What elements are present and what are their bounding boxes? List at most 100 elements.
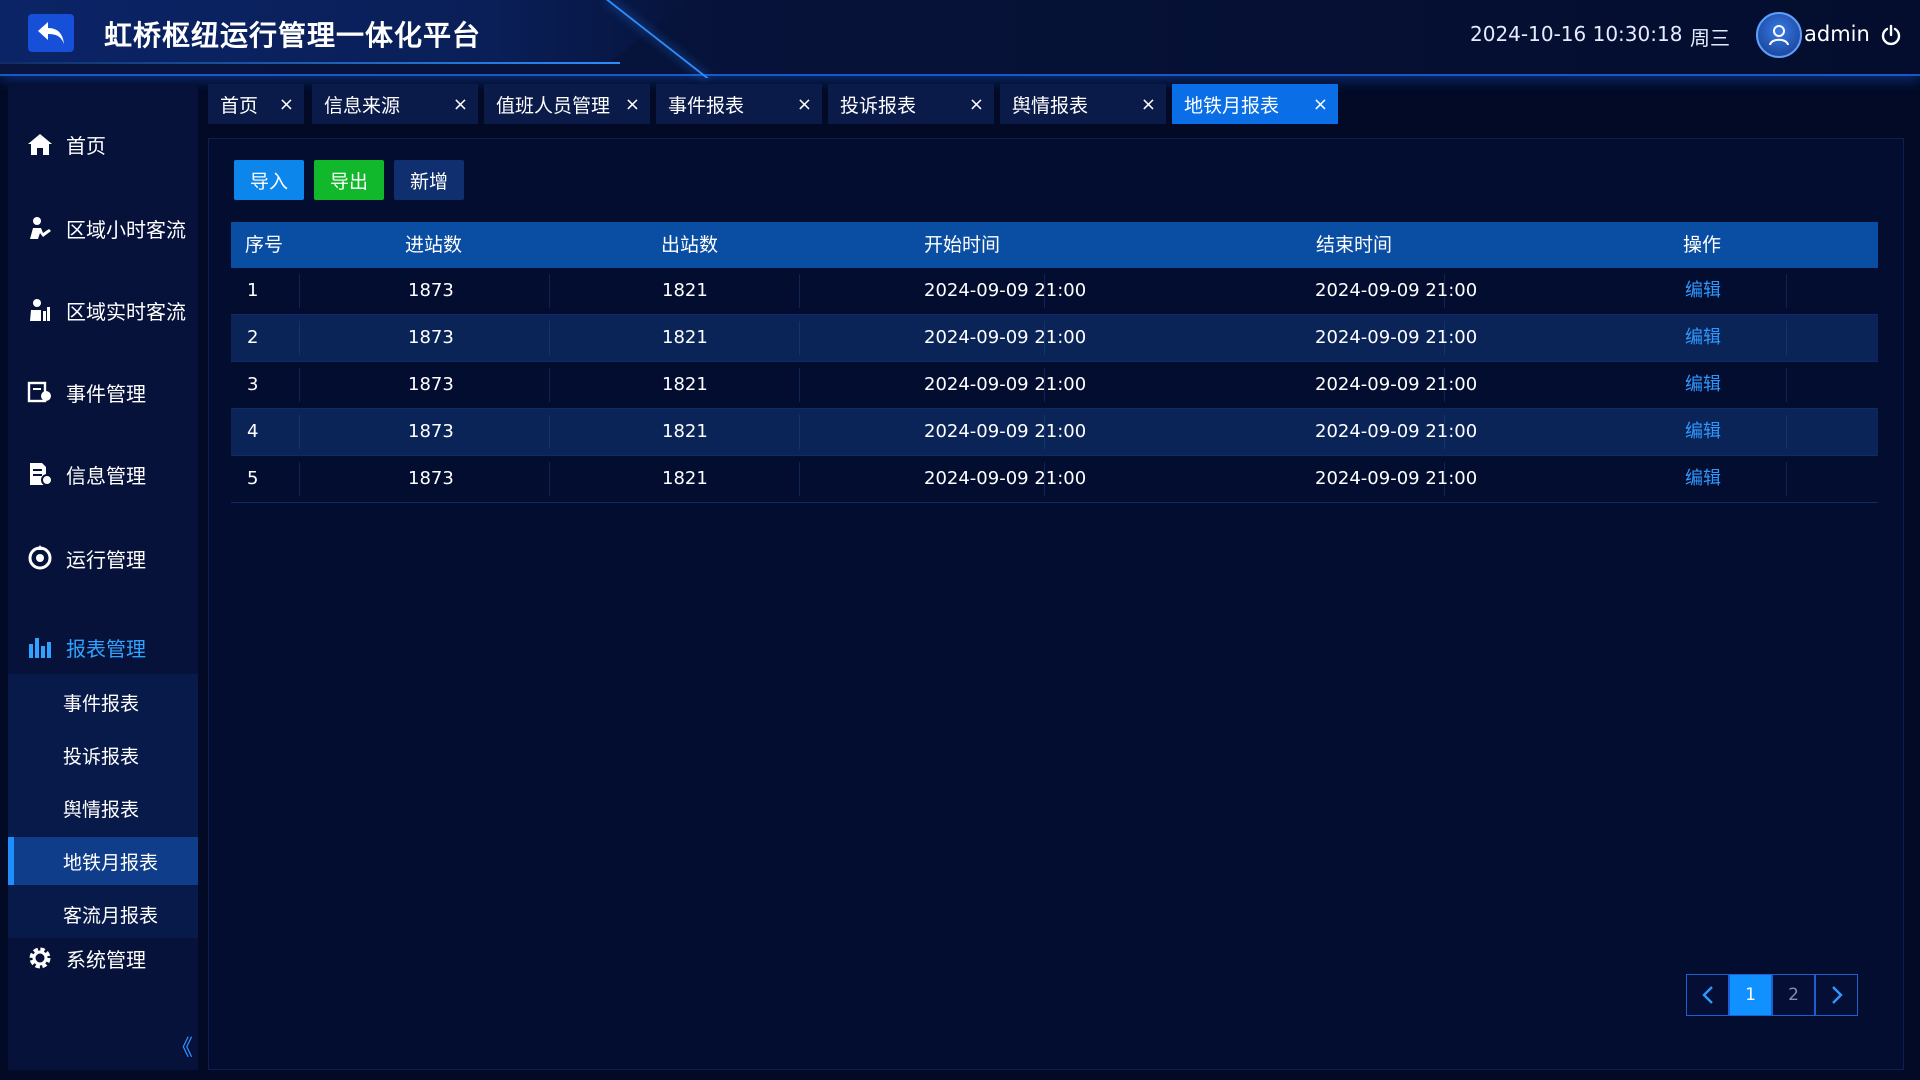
submenu-item-label: 客流月报表 xyxy=(63,904,159,927)
cell-exits: 1821 xyxy=(662,280,708,301)
close-icon[interactable]: × xyxy=(1313,94,1328,115)
close-icon[interactable]: × xyxy=(797,94,812,115)
tab-opinion-report[interactable]: 舆情报表 × xyxy=(1000,84,1166,124)
sidebar-item-home[interactable]: 首页 xyxy=(8,122,198,166)
sidebar-item-operation[interactable]: 运行管理 xyxy=(8,536,198,580)
edit-link[interactable]: 编辑 xyxy=(1685,456,1721,502)
cell-entries: 1873 xyxy=(408,421,454,442)
tab-event-report[interactable]: 事件报表 × xyxy=(656,84,822,124)
table-row: 4 1873 1821 2024-09-09 21:00 2024-09-09 21:0… xyxy=(231,409,1878,456)
submenu-item-flow-monthly-report[interactable]: 客流月报表 xyxy=(8,890,198,938)
back-button[interactable] xyxy=(28,14,74,52)
user-avatar-icon[interactable] xyxy=(1756,12,1802,58)
close-icon[interactable]: × xyxy=(1141,94,1156,115)
tab-complaint-report[interactable]: 投诉报表 × xyxy=(828,84,994,124)
close-icon[interactable]: × xyxy=(625,94,640,115)
export-button[interactable]: 导出 xyxy=(314,160,384,200)
column-separator xyxy=(299,321,300,355)
current-datetime: 2024-10-16 10:30:18 xyxy=(1470,22,1683,46)
next-page-button[interactable] xyxy=(1815,974,1858,1016)
edit-link[interactable]: 编辑 xyxy=(1685,409,1721,455)
table-row: 1 1873 1821 2024-09-09 21:00 2024-09-09 21:0… xyxy=(231,268,1878,315)
column-header-actions: 操作 xyxy=(1683,234,1722,256)
submenu-item-event-report[interactable]: 事件报表 xyxy=(8,678,198,726)
tab-info-source[interactable]: 信息来源 × xyxy=(312,84,478,124)
sidebar-item-system[interactable]: 系统管理 xyxy=(8,936,198,980)
tab-label: 值班人员管理 xyxy=(496,94,611,117)
cell-start-time: 2024-09-09 21:00 xyxy=(924,374,1087,395)
page-button-2[interactable]: 2 xyxy=(1772,974,1815,1016)
sidebar-item-info[interactable]: 信息管理 xyxy=(8,452,198,496)
cell-no: 1 xyxy=(247,280,259,301)
cell-entries: 1873 xyxy=(408,280,454,301)
sidebar-item-label: 运行管理 xyxy=(66,547,146,572)
cell-end-time: 2024-09-09 21:00 xyxy=(1315,421,1478,442)
submenu-item-label: 地铁月报表 xyxy=(63,851,159,874)
cell-no: 5 xyxy=(247,468,259,489)
column-separator xyxy=(799,321,800,355)
app-title: 虹桥枢纽运行管理一体化平台 xyxy=(104,19,482,52)
cell-no: 2 xyxy=(247,327,259,348)
cell-start-time: 2024-09-09 21:00 xyxy=(924,421,1087,442)
column-separator xyxy=(299,462,300,496)
column-separator xyxy=(549,368,550,402)
column-separator xyxy=(1786,321,1787,355)
close-icon[interactable]: × xyxy=(969,94,984,115)
realtime-flow-icon xyxy=(26,296,54,324)
add-button[interactable]: 新增 xyxy=(394,160,464,200)
page-button-1[interactable]: 1 xyxy=(1729,974,1772,1016)
sidebar: 首页 区域小时客流 区域实时客流 事件管理 信息管理 运行管理 报表管理 事件报… xyxy=(8,86,198,1070)
submenu-item-opinion-report[interactable]: 舆情报表 xyxy=(8,784,198,832)
column-separator xyxy=(299,368,300,402)
column-separator xyxy=(1786,462,1787,496)
submenu-item-metro-monthly-report[interactable]: 地铁月报表 xyxy=(8,837,198,885)
sidebar-item-reports[interactable]: 报表管理 xyxy=(8,625,198,669)
cell-exits: 1821 xyxy=(662,374,708,395)
operation-icon xyxy=(26,544,54,572)
pagination: 1 2 xyxy=(1686,974,1858,1016)
tab-home[interactable]: 首页 × xyxy=(208,84,304,124)
cell-exits: 1821 xyxy=(662,421,708,442)
sidebar-item-realtime-flow[interactable]: 区域实时客流 xyxy=(8,288,198,332)
tab-label: 舆情报表 xyxy=(1012,94,1089,117)
metro-report-table: 序号 进站数 出站数 开始时间 结束时间 操作 1 1873 1821 2024-09… xyxy=(231,222,1878,503)
username[interactable]: admin xyxy=(1804,22,1870,46)
submenu-item-label: 事件报表 xyxy=(63,692,140,715)
sidebar-item-label: 报表管理 xyxy=(66,636,146,661)
edit-link[interactable]: 编辑 xyxy=(1685,268,1721,314)
cell-no: 4 xyxy=(247,421,259,442)
sidebar-item-label: 事件管理 xyxy=(66,381,146,406)
sidebar-item-label: 区域小时客流 xyxy=(66,217,186,242)
tab-metro-monthly-report[interactable]: 地铁月报表 × xyxy=(1172,84,1338,124)
column-header-end-time: 结束时间 xyxy=(1316,234,1393,256)
header-divider xyxy=(0,62,620,64)
power-icon[interactable] xyxy=(1880,24,1902,46)
tab-duty-staff[interactable]: 值班人员管理 × xyxy=(484,84,650,124)
event-icon xyxy=(26,378,54,406)
tab-label: 地铁月报表 xyxy=(1184,94,1280,117)
column-separator xyxy=(549,321,550,355)
prev-page-button[interactable] xyxy=(1686,974,1729,1016)
close-icon[interactable]: × xyxy=(453,94,468,115)
sidebar-item-event[interactable]: 事件管理 xyxy=(8,370,198,414)
sidebar-collapse-button[interactable]: 《 xyxy=(171,1030,193,1062)
back-arrow-icon xyxy=(38,22,64,44)
sidebar-item-hourly-flow[interactable]: 区域小时客流 xyxy=(8,206,198,250)
sidebar-item-label: 信息管理 xyxy=(66,463,146,488)
column-header-no: 序号 xyxy=(245,234,284,256)
sidebar-item-label: 首页 xyxy=(66,133,106,158)
cell-start-time: 2024-09-09 21:00 xyxy=(924,280,1087,301)
edit-link[interactable]: 编辑 xyxy=(1685,315,1721,361)
import-button[interactable]: 导入 xyxy=(234,160,304,200)
edit-link[interactable]: 编辑 xyxy=(1685,362,1721,408)
close-icon[interactable]: × xyxy=(279,94,294,115)
gear-icon xyxy=(26,944,54,972)
tab-label: 首页 xyxy=(220,94,259,117)
column-separator xyxy=(1786,274,1787,308)
submenu-item-complaint-report[interactable]: 投诉报表 xyxy=(8,731,198,779)
column-header-exits: 出站数 xyxy=(661,234,719,256)
cell-end-time: 2024-09-09 21:00 xyxy=(1315,468,1478,489)
column-separator xyxy=(799,368,800,402)
header-bar: 虹桥枢纽运行管理一体化平台 2024-10-16 10:30:18 周三 adm… xyxy=(0,0,1920,78)
cell-end-time: 2024-09-09 21:00 xyxy=(1315,280,1478,301)
